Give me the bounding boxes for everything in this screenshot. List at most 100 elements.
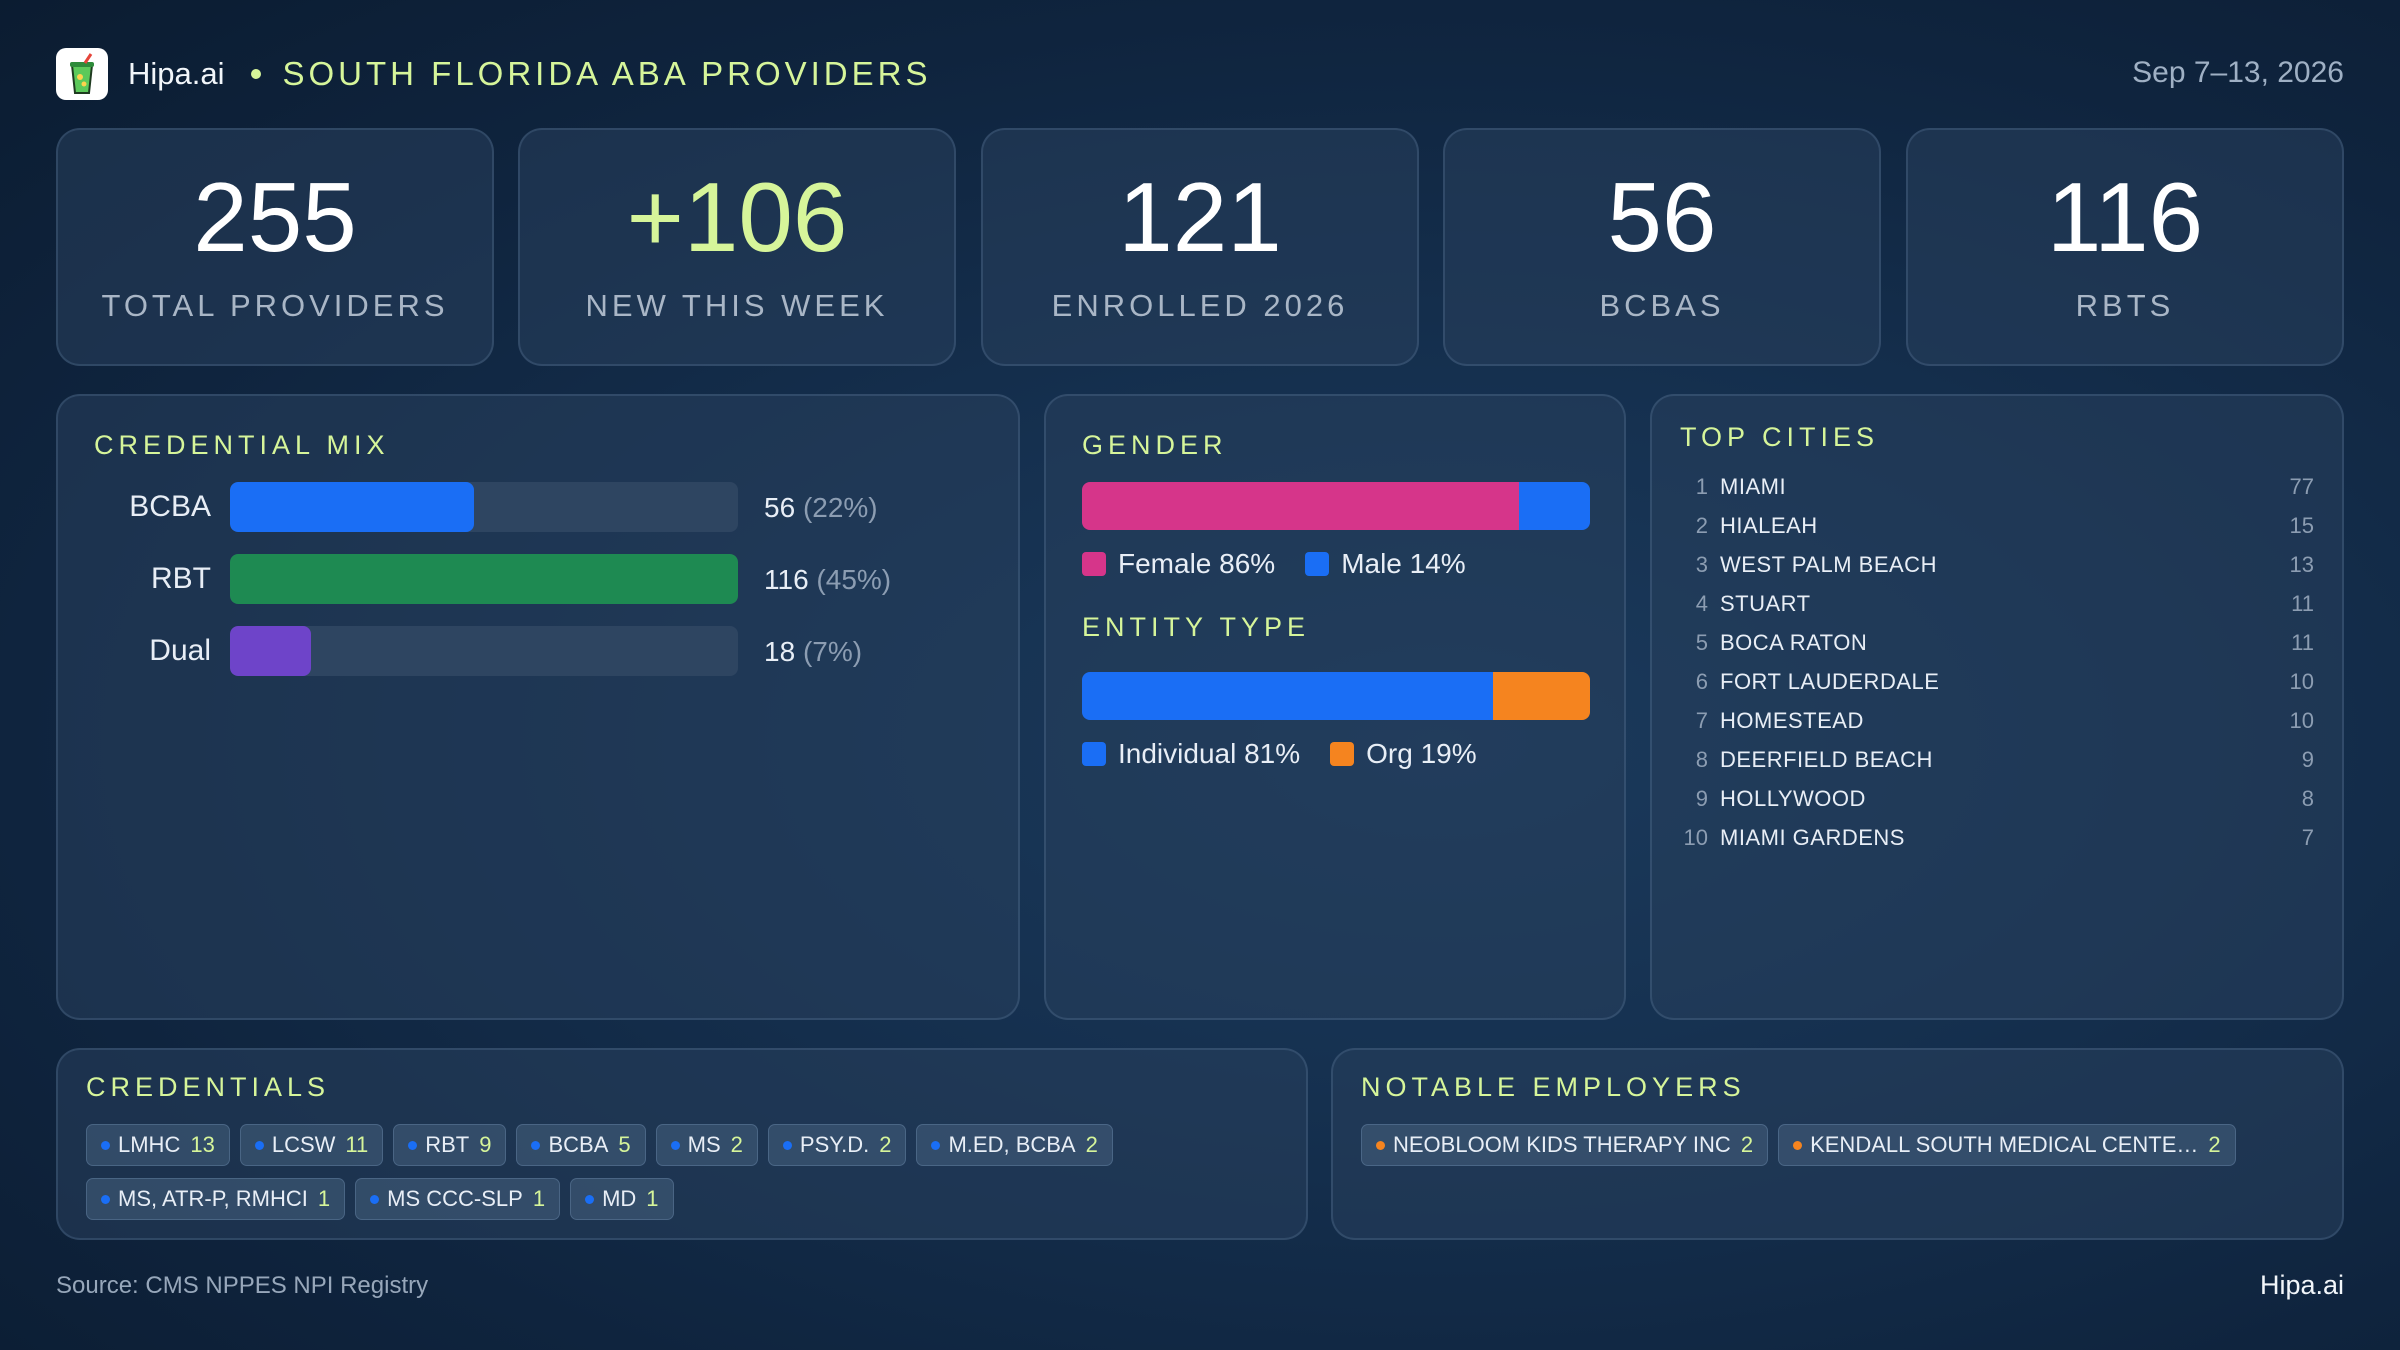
kpi-value: 116	[2046, 162, 2204, 272]
city-name: BOCA RATON	[1720, 630, 1868, 655]
kpi-card-enrolled-2026: 121 ENROLLED 2026	[981, 128, 1419, 366]
credential-mix-panel: CREDENTIAL MIX BCBA 56 (22%) RBT 116 (45…	[56, 394, 1020, 1020]
city-count: 7	[2301, 825, 2314, 850]
city-row: 9 HOLLYWOOD 8	[1680, 786, 2314, 822]
chip-label: NEOBLOOM KIDS THERAPY INC	[1393, 1132, 1731, 1157]
credential-row-bcba: BCBA 56 (22%)	[58, 482, 1038, 532]
employer-chip-list: NEOBLOOM KIDS THERAPY INC 2 KENDALL SOUTH …	[1361, 1124, 2314, 1166]
city-count: 11	[2291, 591, 2314, 616]
credential-bar	[230, 482, 474, 532]
city-count: 9	[2301, 747, 2314, 772]
section-title: CREDENTIALS	[86, 1072, 331, 1102]
title-separator-dot	[250, 69, 261, 79]
chip-dot-icon	[370, 1194, 380, 1204]
legend-item-individual: Individual 81%	[1082, 738, 1300, 770]
gender-legend: Female 86% Male 14%	[1082, 548, 1496, 580]
credential-bar-track	[230, 482, 738, 532]
city-name: FORT LAUDERDALE	[1720, 669, 1940, 694]
credential-name: RBT	[151, 562, 211, 595]
city-name: DEERFIELD BEACH	[1720, 747, 1933, 772]
city-rank: 8	[1695, 747, 1708, 772]
credential-value: 56 (22%)	[764, 492, 878, 523]
credential-value: 116 (45%)	[764, 564, 892, 595]
chip-dot-icon	[1793, 1140, 1803, 1150]
entity-legend: Individual 81% Org 19%	[1082, 738, 1507, 770]
city-name: HOMESTEAD	[1720, 708, 1864, 733]
chip-count: 11	[345, 1132, 369, 1157]
chip-label: PSY.D.	[799, 1132, 870, 1157]
legend-swatch	[1330, 742, 1355, 766]
legend-swatch	[1305, 552, 1330, 576]
credential-name: BCBA	[129, 490, 211, 523]
legend-item-male: Male 14%	[1305, 548, 1466, 580]
city-count: 15	[2289, 513, 2314, 538]
gender-bar-male	[1518, 482, 1590, 530]
chip-count: 13	[190, 1132, 215, 1157]
chip-dot-icon	[670, 1140, 680, 1150]
credential-chip: LMHC 13	[86, 1124, 230, 1166]
dashboard-header: Hipa.ai SOUTH FLORIDA ABA PROVIDERS	[56, 48, 931, 100]
kpi-card-bcbas: 56 BCBAS	[1443, 128, 1881, 366]
chip-count: 1	[317, 1186, 331, 1211]
employer-chip: NEOBLOOM KIDS THERAPY INC 2	[1361, 1124, 1769, 1166]
city-name: HOLLYWOOD	[1720, 786, 1866, 811]
credentials-panel: CREDENTIALS LMHC 13 LCSW 11 RBT 9 BCBA 5 MS 2 PSY.…	[56, 1048, 1308, 1240]
city-name: WEST PALM BEACH	[1720, 552, 1937, 577]
city-row: 3 WEST PALM BEACH 13	[1680, 552, 2314, 588]
kpi-value: 56	[1607, 162, 1717, 272]
city-name: HIALEAH	[1720, 513, 1818, 538]
city-row: 7 HOMESTEAD 10	[1680, 708, 2314, 744]
chip-label: MD	[602, 1186, 637, 1211]
credential-row-rbt: RBT 116 (45%)	[58, 554, 1038, 604]
chip-count: 9	[479, 1132, 492, 1157]
chip-count: 1	[532, 1186, 546, 1211]
city-rank: 10	[1683, 825, 1708, 850]
city-rank: 2	[1695, 513, 1708, 538]
gender-stacked-bar	[1082, 482, 1590, 530]
city-row: 2 HIALEAH 15	[1680, 513, 2314, 549]
top-cities-panel: TOP CITIES 1 MIAMI 77 2 HIALEAH 15 3 WEST PALM …	[1650, 394, 2344, 1020]
kpi-label: NEW THIS WEEK	[585, 288, 889, 323]
credential-chip: MS CCC-SLP 1	[355, 1178, 561, 1220]
kpi-label: RBTS	[2075, 288, 2175, 323]
chip-label: BCBA	[548, 1132, 609, 1157]
city-row: 1 MIAMI 77	[1680, 474, 2314, 510]
city-row: 8 DEERFIELD BEACH 9	[1680, 747, 2314, 783]
footer-brand: Hipa.ai	[2259, 1270, 2344, 1300]
chip-count: 2	[879, 1132, 892, 1157]
gender-entity-panel: GENDER Female 86% Male 14% ENTITY TYPE I…	[1044, 394, 1626, 1020]
section-title: ENTITY TYPE	[1082, 612, 1311, 642]
city-count: 13	[2289, 552, 2314, 577]
chip-count: 5	[618, 1132, 631, 1157]
city-rank: 1	[1695, 474, 1708, 499]
kpi-card-total-providers: 255 TOTAL PROVIDERS	[56, 128, 494, 366]
city-name: MIAMI GARDENS	[1720, 825, 1905, 850]
city-row: 5 BOCA RATON 11	[1680, 630, 2314, 666]
date-range: Sep 7–13, 2026	[2132, 56, 2344, 89]
chip-dot-icon	[782, 1140, 792, 1150]
chip-label: MS	[687, 1132, 721, 1157]
city-row: 10 MIAMI GARDENS 7	[1680, 825, 2314, 861]
chip-count: 2	[2208, 1132, 2221, 1157]
credential-chip: PSY.D. 2	[767, 1124, 907, 1166]
legend-swatch	[1082, 552, 1106, 576]
city-count: 77	[2289, 474, 2314, 499]
chip-dot-icon	[408, 1140, 418, 1150]
chip-dot-icon	[254, 1140, 264, 1150]
credential-name: Dual	[149, 634, 211, 667]
entity-bar-individual	[1082, 672, 1494, 720]
chip-count: 1	[646, 1186, 659, 1211]
chip-label: MS, ATR-P, RMHCI	[118, 1186, 308, 1211]
chip-dot-icon	[931, 1140, 941, 1150]
city-count: 10	[2289, 708, 2314, 733]
chip-dot-icon	[531, 1140, 541, 1150]
credential-chip: MD 1	[570, 1178, 674, 1220]
credential-bar	[230, 626, 312, 676]
section-title: NOTABLE EMPLOYERS	[1361, 1072, 1746, 1102]
city-row: 4 STUART 11	[1680, 591, 2314, 627]
legend-item-org: Org 19%	[1330, 738, 1477, 770]
section-title: TOP CITIES	[1680, 422, 1880, 452]
city-rank: 9	[1695, 786, 1708, 811]
entity-stacked-bar	[1082, 672, 1590, 720]
credential-chip: M.ED, BCBA 2	[916, 1124, 1113, 1166]
